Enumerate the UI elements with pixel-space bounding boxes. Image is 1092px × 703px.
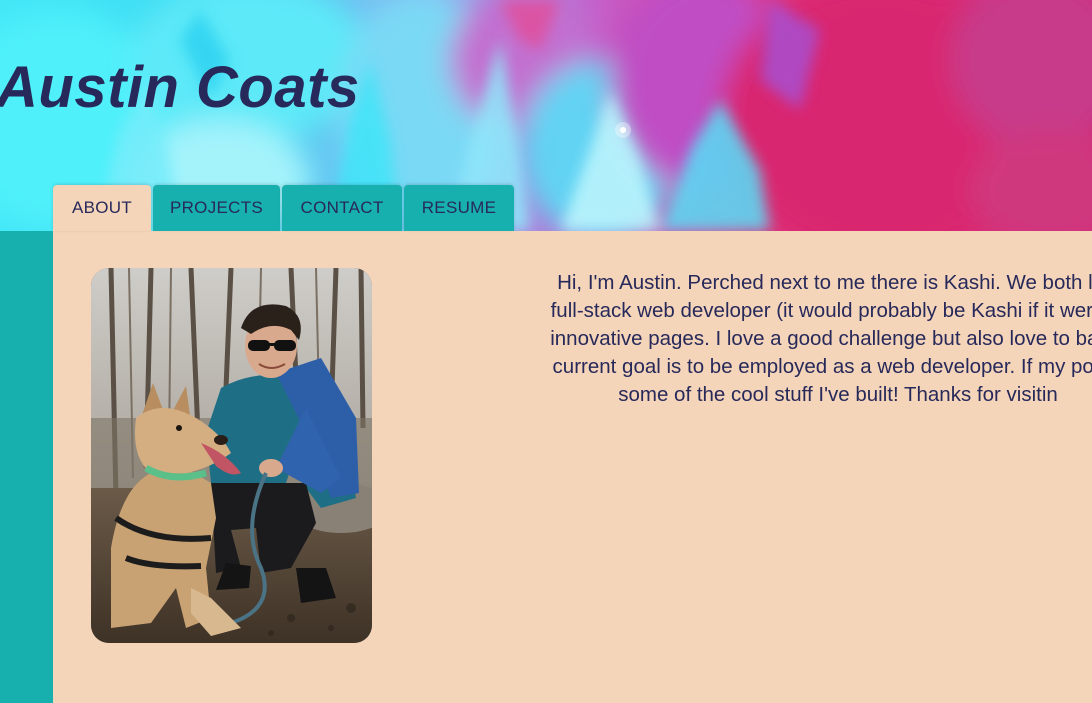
bio-line: full-stack web developer (it would proba… <box>550 299 1092 322</box>
bio-line: current goal is to be employed as a web … <box>552 355 1092 378</box>
tab-about[interactable]: ABOUT <box>53 185 151 231</box>
profile-photo <box>91 268 372 643</box>
tab-contact[interactable]: CONTACT <box>282 185 402 231</box>
bio-text: Hi, I'm Austin. Perched next to me there… <box>423 269 1092 409</box>
bio-line: some of the cool stuff I've built! Thank… <box>618 383 1058 406</box>
page: Austin Coats ABOUT PROJECTS CONTACT RESU… <box>0 0 1092 703</box>
site-title: Austin Coats <box>0 55 360 120</box>
left-accent-strip <box>0 231 53 703</box>
about-section: Hi, I'm Austin. Perched next to me there… <box>53 231 1092 703</box>
tab-resume[interactable]: RESUME <box>404 185 514 231</box>
tab-projects[interactable]: PROJECTS <box>153 185 280 231</box>
profile-photo-image <box>91 268 372 643</box>
bio-line: innovative pages. I love a good challeng… <box>550 327 1092 350</box>
bio-line: Hi, I'm Austin. Perched next to me there… <box>557 271 1092 294</box>
main-nav: ABOUT PROJECTS CONTACT RESUME <box>53 185 514 231</box>
